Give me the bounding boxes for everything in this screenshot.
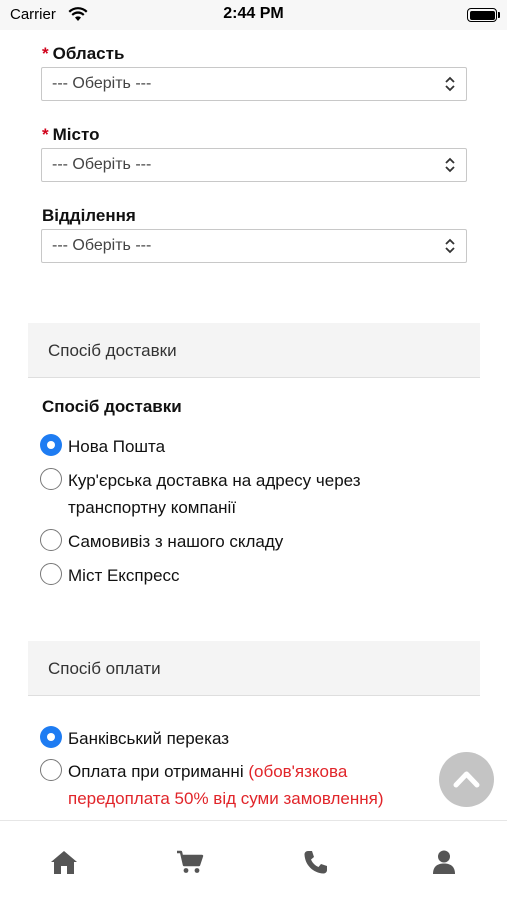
radio-unchecked[interactable] — [40, 468, 62, 490]
radio-unchecked[interactable] — [40, 529, 62, 551]
region-select[interactable]: --- Оберіть --- — [41, 67, 467, 101]
bottom-nav — [0, 820, 507, 900]
delivery-option-label: Кур'єрська доставка на адресу через тран… — [68, 471, 361, 517]
status-time: 2:44 PM — [223, 5, 284, 22]
region-select-value: --- Оберіть --- — [52, 75, 152, 92]
branch-select[interactable]: --- Оберіть --- — [41, 229, 467, 263]
chevron-up-down-icon — [445, 76, 455, 92]
region-label: * Область — [42, 44, 125, 63]
user-icon[interactable] — [430, 849, 458, 875]
delivery-option-label: Самовивіз з нашого складу — [68, 532, 284, 551]
city-label: * Місто — [42, 125, 100, 144]
delivery-option-label: Міст Експресс — [68, 566, 180, 585]
radio-checked[interactable] — [40, 726, 62, 748]
payment-option-label: Банківський переказ — [68, 729, 230, 748]
chevron-up-icon — [453, 771, 480, 788]
radio-unchecked[interactable] — [40, 759, 62, 781]
branch-select-value: --- Оберіть --- — [52, 237, 152, 254]
city-select[interactable]: --- Оберіть --- — [41, 148, 467, 182]
chevron-up-down-icon — [445, 157, 455, 173]
delivery-section-header: Спосіб доставки — [28, 323, 480, 378]
payment-section-header: Спосіб оплати — [28, 641, 480, 696]
scroll-to-top-button[interactable] — [439, 752, 494, 807]
chevron-up-down-icon — [445, 238, 455, 254]
city-select-value: --- Оберіть --- — [52, 156, 152, 173]
home-icon[interactable] — [50, 849, 78, 875]
delivery-group-title: Спосіб доставки — [42, 397, 182, 416]
branch-label: Відділення — [42, 206, 136, 225]
payment-option-label: Оплата при отриманні (обов'язкова передо… — [68, 762, 384, 808]
battery-icon — [467, 8, 500, 22]
delivery-option-label: Нова Пошта — [68, 437, 166, 456]
cart-icon[interactable] — [176, 849, 204, 875]
phone-icon[interactable] — [302, 849, 330, 875]
delivery-section-title: Спосіб доставки — [48, 341, 177, 360]
radio-checked[interactable] — [40, 434, 62, 456]
payment-section-title: Спосіб оплати — [48, 659, 161, 678]
status-bar: Carrier 2:44 PM — [0, 0, 507, 30]
radio-unchecked[interactable] — [40, 563, 62, 585]
